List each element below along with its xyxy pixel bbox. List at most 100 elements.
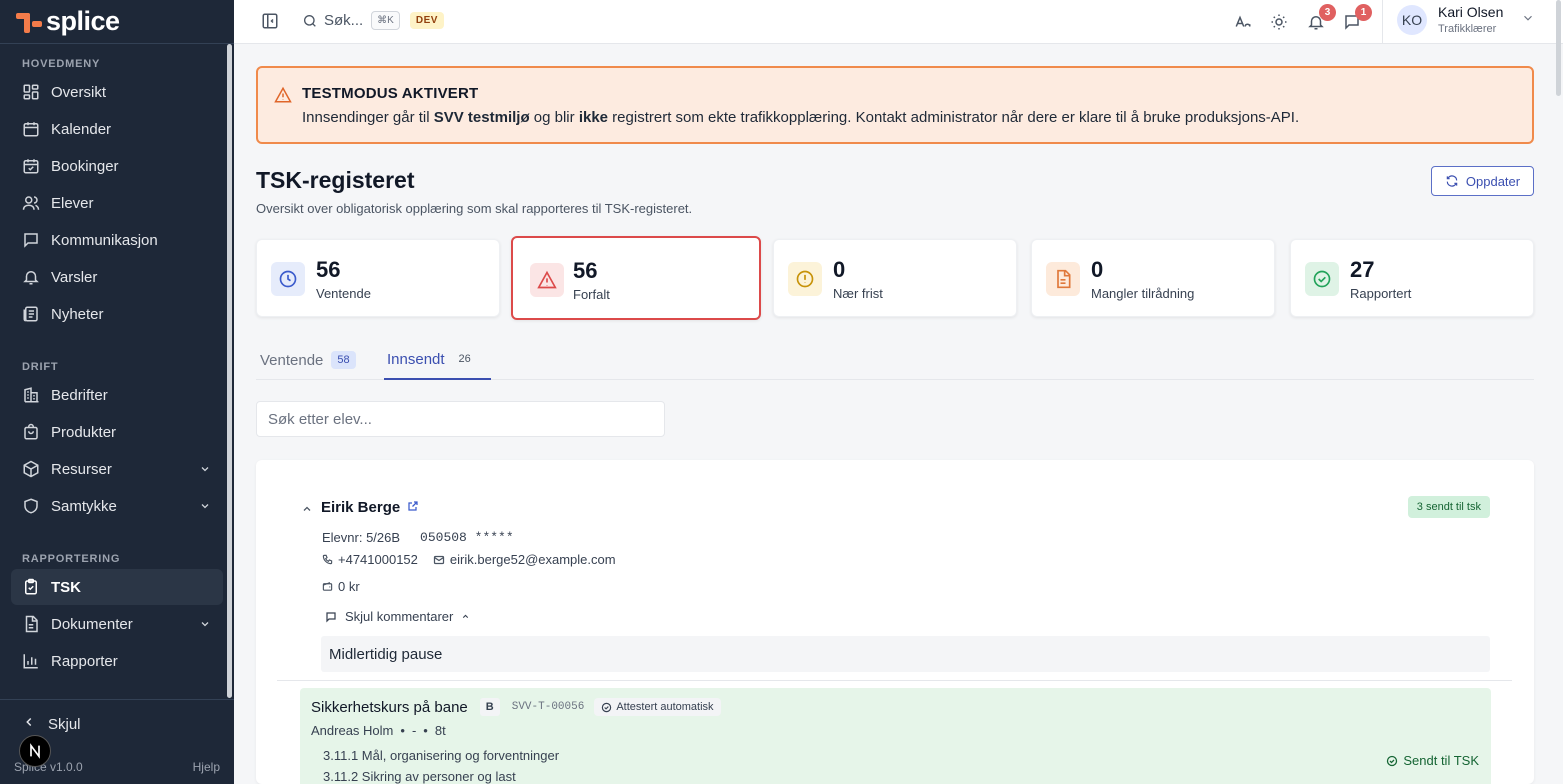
sidebar-item-rapporter[interactable]: Rapporter [11, 643, 223, 679]
topbar-divider [1382, 0, 1383, 44]
tab-label: Ventende [260, 351, 324, 369]
sidebar-item-produkter[interactable]: Produkter [11, 414, 223, 450]
notifications-bell-icon[interactable]: 3 [1306, 4, 1336, 32]
comment-icon [325, 611, 337, 623]
help-link[interactable]: Hjelp [193, 760, 220, 774]
n-logo-icon [30, 743, 40, 759]
stat-label: Forfalt [573, 287, 610, 302]
alert-circle-icon [788, 262, 822, 296]
page-title: TSK-registeret [256, 167, 415, 193]
sidebar-item-varsler[interactable]: Varsler [11, 259, 223, 295]
sidebar-item-elever[interactable]: Elever [11, 185, 223, 221]
student-meta: Elevnr: 5/26B 050508 ***** [322, 530, 514, 545]
sidebar-item-label: TSK [51, 578, 81, 596]
student-ssn: 050508 ***** [420, 530, 514, 545]
chevron-down-icon[interactable] [199, 499, 211, 516]
comment-box: Midlertidig pause [321, 636, 1490, 672]
app-logo[interactable]: splice [0, 0, 234, 44]
sidebar-item-label: Dokumenter [51, 615, 133, 633]
stat-value: 0 [833, 257, 846, 282]
check-circle-icon [1305, 262, 1339, 296]
stat-card-rapportert[interactable]: 27 Rapportert [1290, 239, 1534, 317]
chevron-up-icon[interactable] [301, 502, 313, 518]
sidebar-item-label: Kalender [51, 120, 112, 138]
page-subtitle: Oversikt over obligatorisk opplæring som… [256, 201, 693, 216]
attest-label: Attestert automatisk [616, 701, 714, 713]
sidebar-scrollbar[interactable] [227, 44, 232, 698]
user-name: Kari Olsen [1438, 4, 1504, 20]
alert-text: Innsendinger går til SVV testmiljø og bl… [302, 109, 1299, 126]
stat-value: 56 [573, 258, 598, 283]
sidebar-item-bedrifter[interactable]: Bedrifter [11, 377, 223, 413]
tab-count-badge: 58 [331, 351, 356, 369]
sidebar-item-kalender[interactable]: Kalender [11, 111, 223, 147]
page-scrollbar[interactable] [1556, 0, 1561, 96]
refresh-button[interactable]: Oppdater [1431, 166, 1534, 196]
sidebar-item-kommunikasjon[interactable]: Kommunikasjon [11, 222, 223, 258]
messages-icon[interactable]: 1 [1342, 4, 1372, 32]
toggle-comments-button[interactable]: Skjul kommentarer [325, 609, 470, 624]
sidebar-item-label: Oversikt [51, 83, 107, 101]
tab-innsendt[interactable]: Innsendt 26 [384, 340, 491, 380]
hide-label: Skjul [48, 715, 81, 733]
notifications-count-badge: 3 [1319, 4, 1336, 21]
users-icon [22, 194, 40, 212]
student-panel: Eirik Berge 3 sendt til tsk Elevnr: 5/26… [256, 460, 1534, 784]
alert-triangle-icon [530, 263, 564, 297]
student-name[interactable]: Eirik Berge [321, 499, 400, 516]
stat-label: Rapportert [1350, 286, 1412, 301]
sidebar-item-bookinger[interactable]: Bookinger [11, 148, 223, 184]
sidebar-item-label: Bedrifter [51, 386, 108, 404]
chevron-down-icon[interactable] [199, 617, 211, 634]
newspaper-icon [22, 305, 40, 323]
stat-card-naer-frist[interactable]: 0 Nær frist [773, 239, 1017, 317]
course-date: - [411, 723, 417, 738]
course-modules: 3.11.1 Mål, organisering og forventninge… [323, 745, 559, 784]
sidebar-item-resurser[interactable]: Resurser [11, 451, 223, 487]
text-size-icon[interactable] [1233, 12, 1253, 32]
sidebar-item-oversikt[interactable]: Oversikt [11, 74, 223, 110]
student-phone[interactable]: +4741000152 [338, 552, 418, 567]
student-balance-row: 0 kr [322, 579, 360, 594]
alert-text-bold: ikke [578, 109, 609, 126]
global-search[interactable]: Søk... ⌘K DEV [302, 11, 444, 30]
calendar-icon [22, 120, 40, 138]
bar-chart-icon [22, 652, 40, 670]
sent-status: Sendt til TSK [1386, 753, 1479, 768]
alert-text-part: registrert som ekte trafikkopplæring. Ko… [608, 109, 1300, 126]
chevron-down-icon[interactable] [199, 462, 211, 479]
sidebar-item-dokumenter[interactable]: Dokumenter [11, 606, 223, 642]
attest-badge: Attestert automatisk [594, 698, 721, 716]
stat-card-mangler-tilradning[interactable]: 0 Mangler tilrådning [1031, 239, 1275, 317]
sent-status-label: Sendt til TSK [1403, 753, 1479, 768]
sidebar-toggle-icon[interactable] [261, 12, 279, 33]
testmode-alert: TESTMODUS AKTIVERT Innsendinger går til … [256, 66, 1534, 144]
clipboard-check-icon [22, 578, 40, 596]
messages-count-badge: 1 [1355, 4, 1372, 21]
tab-ventende[interactable]: Ventende 58 [260, 340, 356, 380]
student-balance: 0 kr [338, 579, 360, 594]
sidebar-item-label: Rapporter [51, 652, 118, 670]
sidebar-item-tsk[interactable]: TSK [11, 569, 223, 605]
wallet-icon [322, 581, 333, 592]
external-link-icon[interactable] [407, 499, 419, 516]
user-menu[interactable]: KO Kari Olsen Trafikklærer [1397, 4, 1535, 35]
file-icon [22, 615, 40, 633]
phone-icon [322, 554, 333, 565]
sidebar-item-samtykke[interactable]: Samtykke [11, 488, 223, 524]
course-title-row: Sikkerhetskurs på bane B SVV-T-00056 Att… [311, 698, 721, 716]
topbar: Søk... ⌘K DEV 3 1 KO Kari Olsen Trafikkl… [234, 0, 1563, 44]
stat-card-ventende[interactable]: 56 Ventende [256, 239, 500, 317]
student-search-input[interactable] [256, 401, 665, 437]
next-dev-badge[interactable] [19, 735, 51, 767]
bell-icon [22, 268, 40, 286]
theme-sun-icon[interactable] [1269, 12, 1289, 32]
student-contact: +4741000152 eirik.berge52@example.com [322, 552, 616, 567]
check-circle-icon [1386, 755, 1398, 767]
sent-count-badge: 3 sendt til tsk [1407, 496, 1490, 518]
stat-value: 0 [1091, 257, 1104, 282]
student-email[interactable]: eirik.berge52@example.com [450, 552, 616, 567]
sidebar-item-nyheter[interactable]: Nyheter [11, 296, 223, 332]
building-icon [22, 386, 40, 404]
stat-card-forfalt[interactable]: 56 Forfalt [511, 236, 761, 320]
